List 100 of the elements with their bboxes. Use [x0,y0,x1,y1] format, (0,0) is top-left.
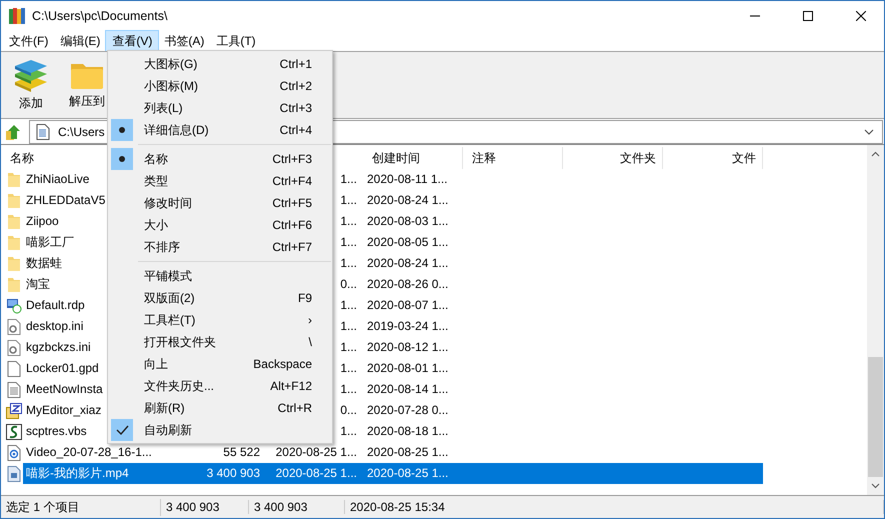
menu-option[interactable]: 打开根文件夹 \ [108,331,332,353]
menu-option[interactable]: 详细信息(D) Ctrl+4 [108,119,332,141]
status-text: 3 400 903 [161,500,249,514]
created-date: 2020-08-26 0... [366,276,450,293]
shortcut-text: Ctrl+F5 [272,196,312,210]
created-date: 2020-08-11 1... [366,171,449,188]
menu-item[interactable]: 查看(V) [106,30,158,52]
folder-icon [7,276,21,292]
modified-date: 2020-08-25 1... [266,463,363,484]
settings-file-icon [7,340,21,356]
created-date: 2020-08-05 1... [366,234,450,251]
menu-option[interactable]: 刷新(R) Ctrl+R [108,397,332,419]
menu-option[interactable]: 大小 Ctrl+F6 [108,214,332,236]
shortcut-text: › [308,313,312,327]
file-name[interactable]: 喵影-我的影片.mp4 [23,463,196,484]
menu-option[interactable]: 平铺模式 [108,265,332,287]
modified-date: 1... [340,319,357,333]
shortcut-text: Ctrl+R [278,401,312,415]
folder-icon [7,256,21,272]
created-date: 2020-08-03 1... [366,213,450,230]
modified-date: 1... [340,256,357,270]
created-date: 2020-08-14 1... [366,381,450,398]
menu-option[interactable]: 类型 Ctrl+F4 [108,170,332,192]
maximize-icon [803,11,813,21]
modified-date: 1... [340,172,357,186]
menu-item[interactable]: 文件(F) [3,30,54,52]
modified-date: 0... [340,403,357,417]
created-date: 2020-08-24 1... [366,192,450,209]
books-icon [13,58,49,92]
text-file-icon [7,382,21,398]
folder-icon [7,172,21,188]
scrollbar[interactable] [867,145,884,495]
menu-option[interactable]: 不排序 Ctrl+F7 [108,236,332,258]
media-file-icon [7,444,21,460]
status-text: 选定 1 个项目 [1,498,161,516]
books-app-icon [9,7,25,25]
modified-date: 1... [340,235,357,249]
editor-icon [6,402,22,418]
status-text: 3 400 903 [249,500,345,514]
menu-option[interactable]: 列表(L) Ctrl+3 [108,97,332,119]
modified-date: 1... [340,361,357,375]
folder-icon [7,192,21,208]
shortcut-text: Backspace [253,357,312,371]
column-header[interactable]: 注释 [463,147,563,169]
monitor-icon [6,298,22,314]
file-size: 55 522 [222,444,261,461]
modified-date: 1... [340,214,357,228]
menu-option[interactable]: 小图标(M) Ctrl+2 [108,75,332,97]
column-header[interactable]: 文件夹 [563,147,663,169]
created-date: 2020-08-07 1... [366,297,450,314]
menu-option[interactable]: 工具栏(T) › [108,309,332,331]
menu-option[interactable]: 文件夹历史... Alt+F12 [108,375,332,397]
shortcut-text: Ctrl+F6 [272,218,312,232]
close-icon [856,11,866,21]
shortcut-text: Ctrl+F7 [272,240,312,254]
file-name[interactable]: Video_20-07-28_16-1... [23,442,196,463]
shortcut-text: Ctrl+F4 [272,174,312,188]
menu-option[interactable]: 修改时间 Ctrl+F5 [108,192,332,214]
folder-icon [7,234,21,250]
menu-option[interactable]: 双版面(2) F9 [108,287,332,309]
modified-date: 2020-08-25 1... [274,444,358,461]
shortcut-text: F9 [298,291,312,305]
shortcut-text: Ctrl+2 [280,79,312,93]
scroll-up-icon[interactable] [871,151,880,157]
menu-item[interactable]: 工具(T) [210,30,262,52]
modified-date: 1... [340,298,357,312]
chevron-down-icon[interactable] [864,128,874,134]
menu-item[interactable]: 书签(A) [158,30,210,52]
status-text: 2020-08-25 15:34 [345,500,884,514]
settings-file-icon [7,318,21,334]
scroll-down-icon[interactable] [871,483,880,489]
menu-option[interactable]: 自动刷新 [108,419,332,441]
shortcut-text: Ctrl+1 [280,57,312,71]
created-date: 2020-08-25 1... [366,444,450,461]
modified-date: 1... [340,424,357,438]
column-header[interactable]: 文件 [663,147,763,169]
created-date: 2020-08-25 1... [363,463,763,484]
video-file-icon [7,466,21,482]
toolbar-button[interactable]: 添加 [7,58,55,112]
modified-date: 1... [340,382,357,396]
shortcut-text: Alt+F12 [270,379,312,393]
created-date: 2020-08-24 1... [366,255,450,272]
created-date: 2020-07-28 0... [366,402,450,419]
column-header[interactable]: 创建时间 [363,147,463,169]
window-title: C:\Users\pc\Documents\ [32,9,168,23]
file-size: 3 400 903 [196,463,266,484]
menu-option[interactable]: 向上 Backspace [108,353,332,375]
up-folder-icon[interactable] [5,122,23,140]
document-icon [36,124,50,140]
modified-date: 1... [340,340,357,354]
scroll-thumb[interactable] [868,357,883,477]
created-date: 2020-08-18 1... [366,423,450,440]
created-date: 2020-08-01 1... [366,360,450,377]
folder-icon [7,214,21,230]
shortcut-text: \ [308,335,312,349]
menu-item[interactable]: 编辑(E) [54,30,106,52]
modified-date: 0... [340,277,357,291]
shortcut-text: Ctrl+F3 [272,152,312,166]
menu-option[interactable]: 大图标(G) Ctrl+1 [108,53,332,75]
shortcut-text: Ctrl+4 [280,123,312,137]
